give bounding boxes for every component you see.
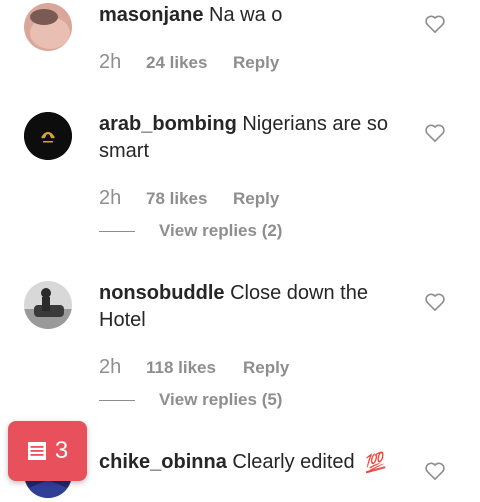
heart-icon[interactable]: [424, 292, 446, 312]
heart-icon[interactable]: [424, 14, 446, 34]
username[interactable]: masonjane: [99, 4, 203, 26]
reply-button[interactable]: Reply: [233, 53, 279, 73]
replies-divider: [99, 230, 135, 232]
heart-icon[interactable]: [424, 461, 446, 481]
view-replies-label: View replies (2): [159, 221, 283, 240]
avatar[interactable]: [24, 112, 72, 160]
avatar[interactable]: [24, 281, 72, 329]
likes-count[interactable]: 118 likes: [146, 358, 243, 378]
comment-text: Clearly edited: [232, 451, 355, 473]
view-replies-button[interactable]: View replies (5): [99, 390, 282, 410]
likes-count[interactable]: 24 likes: [146, 53, 233, 73]
heart-icon[interactable]: [424, 123, 446, 143]
replies-divider: [99, 399, 135, 401]
reply-button[interactable]: Reply: [233, 189, 279, 209]
username[interactable]: arab_bombing: [99, 113, 237, 135]
likes-count[interactable]: 78 likes: [146, 189, 233, 209]
reply-button[interactable]: Reply: [243, 358, 289, 378]
hundred-points-emoji: 💯: [362, 452, 387, 475]
comments-count-badge[interactable]: 3: [8, 421, 87, 481]
comment-time: 2h: [99, 356, 122, 378]
badge-count: 3: [54, 437, 69, 464]
comment-time: 2h: [99, 51, 122, 73]
username[interactable]: nonsobuddle: [99, 282, 225, 304]
comment-time: 2h: [99, 187, 122, 209]
avatar[interactable]: [24, 3, 72, 51]
view-replies-button[interactable]: View replies (2): [99, 221, 282, 241]
view-replies-label: View replies (5): [159, 390, 283, 409]
comment-text: Na wa o: [209, 4, 283, 26]
username[interactable]: chike_obinna: [99, 451, 227, 473]
book-icon: [27, 442, 46, 460]
